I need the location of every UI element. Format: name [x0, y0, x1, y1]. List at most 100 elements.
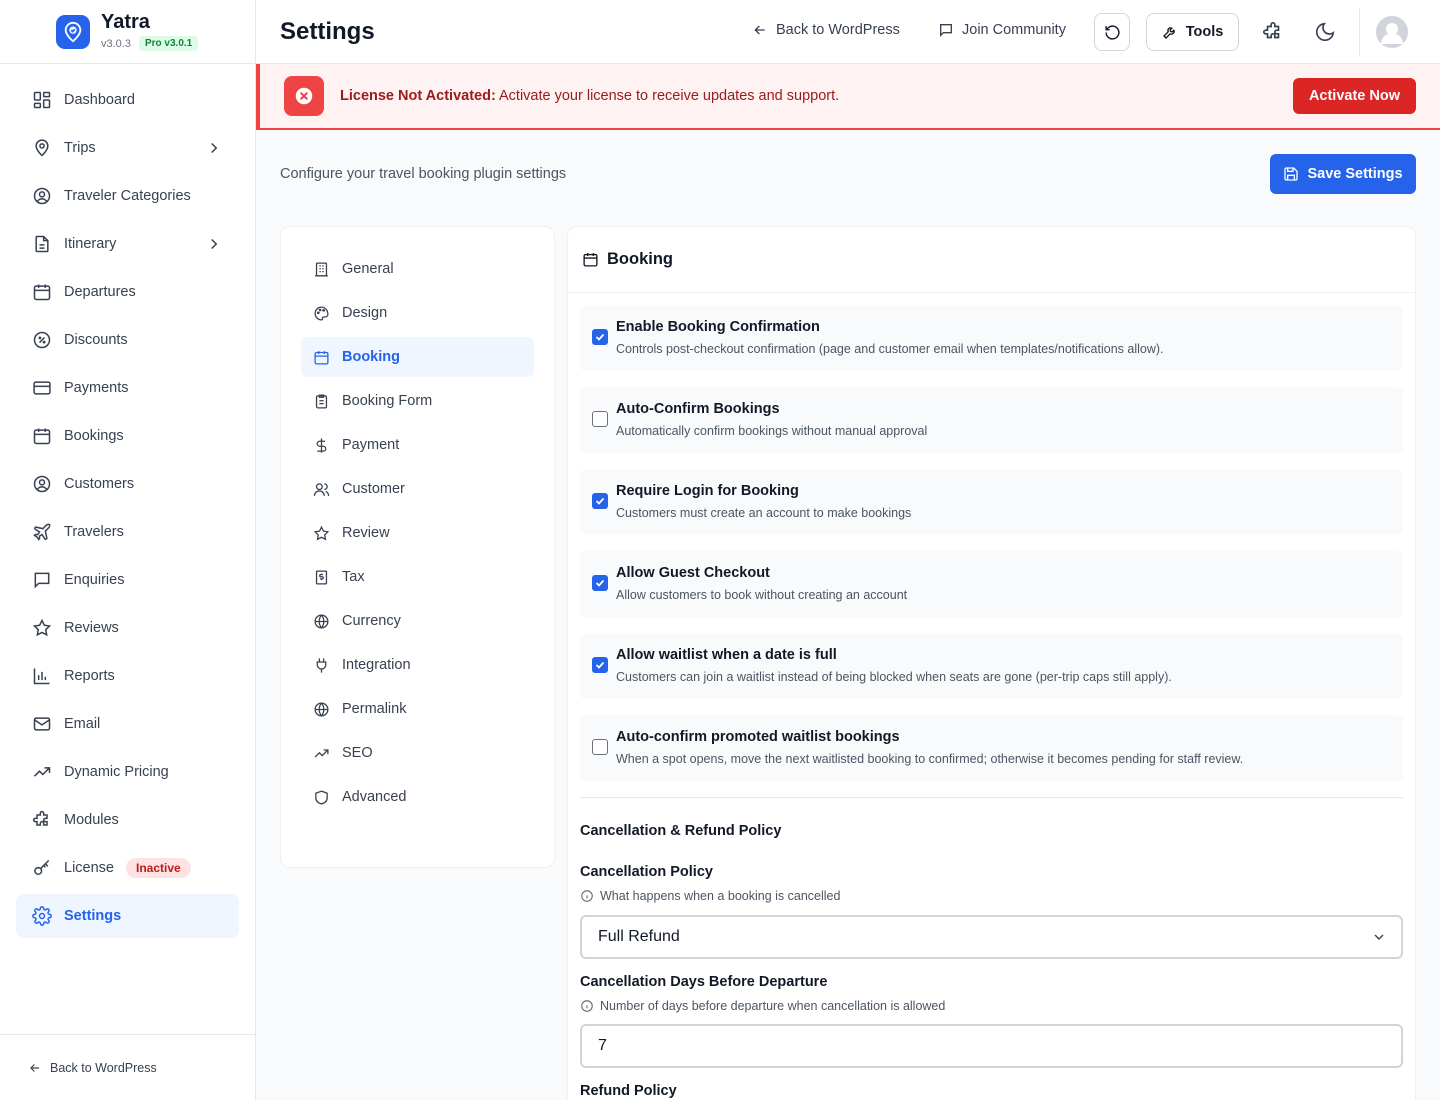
sidebar-item-discounts[interactable]: Discounts — [16, 318, 239, 362]
tab-booking-form[interactable]: Booking Form — [301, 381, 534, 421]
mail-icon — [33, 717, 51, 731]
moon-icon[interactable] — [1314, 21, 1336, 43]
wrench-icon — [1162, 27, 1175, 39]
sidebar-item-label: Reviews — [64, 620, 119, 636]
cancellation-days-input[interactable]: 7 — [580, 1024, 1403, 1068]
tab-label: Design — [342, 305, 388, 321]
back-to-wordpress-label: Back to WordPress — [776, 22, 900, 38]
tab-seo[interactable]: SEO — [301, 733, 534, 773]
auto-confirm-bookings-checkbox[interactable] — [592, 411, 608, 427]
brand-name: Yatra — [101, 11, 150, 33]
tools-button[interactable]: Tools — [1146, 13, 1239, 51]
save-icon — [1284, 167, 1299, 181]
clipboard-icon — [315, 393, 328, 409]
option-description: When a spot opens, move the next waitlis… — [616, 752, 1244, 766]
sidebar-item-modules[interactable]: Modules — [16, 798, 239, 842]
option-title: Auto-confirm promoted waitlist bookings — [616, 729, 900, 745]
cancellation-policy-label: Cancellation Policy — [580, 864, 713, 880]
sidebar-item-customers[interactable]: Customers — [16, 462, 239, 506]
option-title: Allow Guest Checkout — [616, 565, 770, 581]
arrow-left-icon — [754, 25, 765, 35]
tab-general[interactable]: General — [301, 249, 534, 289]
sidebar-item-trips[interactable]: Trips — [16, 126, 239, 170]
guest-checkout-checkbox[interactable] — [592, 575, 608, 591]
key-icon — [34, 859, 50, 875]
plane-icon — [33, 523, 51, 541]
tab-customer[interactable]: Customer — [301, 469, 534, 509]
tab-integration[interactable]: Integration — [301, 645, 534, 685]
sidebar-back-to-wordpress[interactable]: Back to WordPress — [0, 1034, 256, 1100]
refund-policy-label: Refund Policy — [580, 1083, 677, 1099]
globe-icon — [314, 613, 329, 629]
header-divider — [1359, 8, 1360, 56]
sidebar-item-email[interactable]: Email — [16, 702, 239, 746]
palette-icon — [314, 305, 329, 321]
tab-review[interactable]: Review — [301, 513, 534, 553]
sidebar-item-label: License — [64, 860, 114, 876]
chevron-right-icon[interactable] — [205, 235, 223, 253]
sidebar-item-travelers[interactable]: Travelers — [16, 510, 239, 554]
sidebar-item-dynamic-pricing[interactable]: Dynamic Pricing — [16, 750, 239, 794]
refresh-button[interactable] — [1094, 13, 1130, 51]
option-auto-confirm-waitlist: Auto-confirm promoted waitlist bookings … — [580, 715, 1403, 781]
dollar-icon — [316, 437, 327, 453]
sidebar-item-label: Enquiries — [64, 572, 125, 588]
sidebar-item-itinerary[interactable]: Itinerary — [16, 222, 239, 266]
option-description: Customers can join a waitlist instead of… — [616, 670, 1172, 684]
license-warning-banner: License Not Activated: Activate your lic… — [256, 64, 1440, 130]
cancellation-policy-help: What happens when a booking is cancelled — [580, 889, 840, 903]
sidebar-item-label: Discounts — [64, 332, 128, 348]
option-description: Allow customers to book without creating… — [616, 588, 908, 602]
back-to-wordpress-link[interactable]: Back to WordPress — [752, 22, 900, 38]
tab-label: Booking — [342, 349, 400, 365]
auto-confirm-waitlist-checkbox[interactable] — [592, 739, 608, 755]
join-community-label: Join Community — [962, 22, 1066, 38]
yatra-logo-icon[interactable] — [56, 15, 90, 49]
message-icon — [34, 572, 50, 589]
settings-nav: General Design Booking Booking Form Paym… — [280, 226, 555, 868]
tab-currency[interactable]: Currency — [301, 601, 534, 641]
bar-chart-icon — [33, 668, 50, 685]
option-enable-booking-confirmation: Enable Booking Confirmation Controls pos… — [580, 305, 1403, 371]
enable-booking-confirmation-checkbox[interactable] — [592, 329, 608, 345]
receipt-icon — [315, 569, 328, 585]
puzzle-icon — [32, 810, 48, 826]
sidebar-item-license[interactable]: License Inactive — [16, 846, 239, 890]
dashboard-icon — [33, 91, 51, 109]
save-settings-button[interactable]: Save Settings — [1270, 154, 1416, 194]
tab-label: Payment — [342, 437, 400, 453]
avatar[interactable] — [1376, 16, 1408, 48]
tab-label: Tax — [342, 569, 365, 585]
tab-payment[interactable]: Payment — [301, 425, 534, 465]
sidebar-item-label: Payments — [64, 380, 129, 396]
sidebar-item-settings[interactable]: Settings — [16, 894, 239, 938]
require-login-checkbox[interactable] — [592, 493, 608, 509]
panel-header: Booking — [568, 227, 1415, 293]
tab-booking[interactable]: Booking — [301, 337, 534, 377]
cancellation-policy-select[interactable]: Full Refund — [580, 915, 1403, 959]
tab-advanced[interactable]: Advanced — [301, 777, 534, 817]
sidebar-item-dashboard[interactable]: Dashboard — [16, 78, 239, 122]
join-community-link[interactable]: Join Community — [938, 22, 1066, 38]
sidebar-item-payments[interactable]: Payments — [16, 366, 239, 410]
sidebar-item-reports[interactable]: Reports — [16, 654, 239, 698]
allow-waitlist-checkbox[interactable] — [592, 657, 608, 673]
tab-label: Review — [342, 525, 390, 541]
option-title: Auto-Confirm Bookings — [616, 401, 780, 417]
chevron-right-icon[interactable] — [205, 139, 223, 157]
sidebar-item-label: Dashboard — [64, 92, 135, 108]
page-title: Settings — [280, 18, 375, 45]
tab-tax[interactable]: Tax — [301, 557, 534, 597]
sidebar-item-reviews[interactable]: Reviews — [16, 606, 239, 650]
activate-now-button[interactable]: Activate Now — [1292, 78, 1416, 114]
puzzle-icon[interactable] — [1262, 21, 1284, 43]
sidebar-item-enquiries[interactable]: Enquiries — [16, 558, 239, 602]
sidebar-item-label: Modules — [64, 812, 119, 828]
sidebar-item-departures[interactable]: Departures — [16, 270, 239, 314]
tab-design[interactable]: Design — [301, 293, 534, 333]
tab-permalink[interactable]: Permalink — [301, 689, 534, 729]
sidebar-item-bookings[interactable]: Bookings — [16, 414, 239, 458]
sidebar-item-traveler-categories[interactable]: Traveler Categories — [16, 174, 239, 218]
sidebar-item-label: Email — [64, 716, 101, 732]
sidebar-item-label: Bookings — [64, 428, 124, 444]
